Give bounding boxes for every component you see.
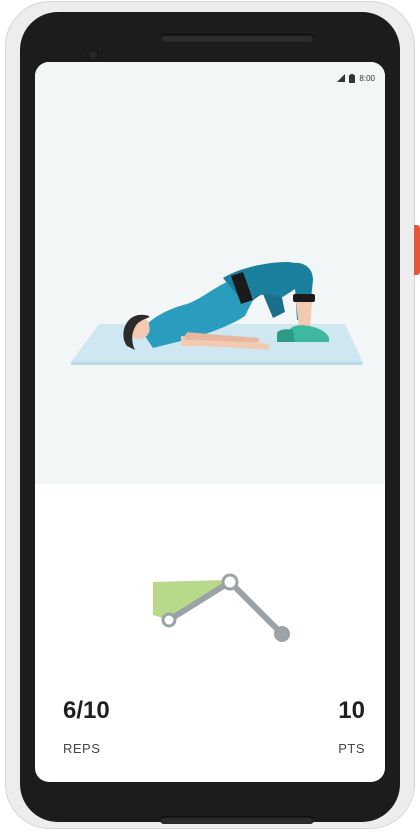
battery-icon [349, 73, 356, 83]
reps-value: 6/10 [63, 697, 110, 724]
points-value: 10 [338, 697, 365, 724]
joint-marker [221, 573, 239, 591]
status-bar: 8:00 [337, 72, 375, 84]
target-angle-wedge [153, 580, 228, 620]
joint-marker [161, 612, 177, 628]
signal-icon [337, 74, 346, 82]
power-button[interactable] [414, 225, 420, 275]
reps-label: REPS [63, 741, 101, 756]
bottom-speaker [160, 816, 314, 824]
reps-stat: 6/10 REPS [63, 697, 110, 756]
glute-bridge-illustration [71, 262, 363, 365]
status-time: 8:00 [359, 73, 375, 83]
app-screen: 8:00 6/10 REPS 10 PTS [35, 62, 385, 782]
joint-marker [274, 626, 290, 642]
front-camera [87, 49, 99, 61]
points-label: PTS [338, 741, 365, 756]
top-speaker [160, 34, 314, 42]
joint-angle-indicator [153, 573, 290, 642]
points-stat: 10 PTS [338, 697, 365, 756]
exercise-hero: 8:00 [35, 62, 385, 484]
